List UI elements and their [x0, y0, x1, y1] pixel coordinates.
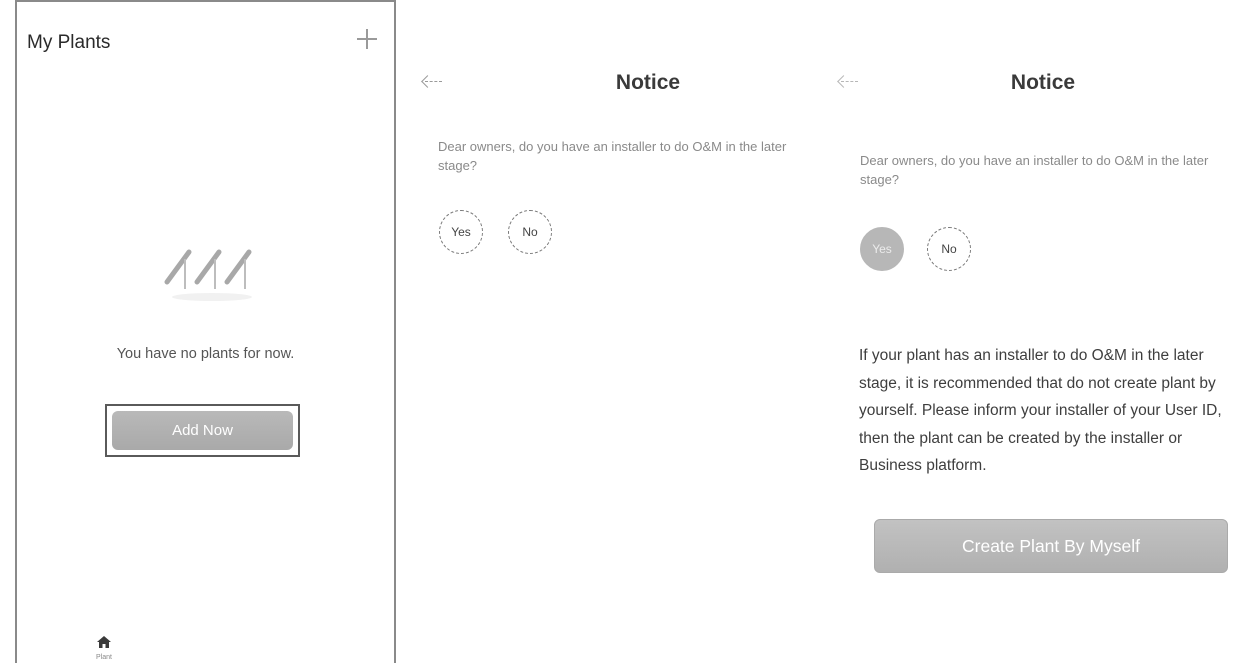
my-plants-screen: My Plants You have no plants for now. Ad… [15, 0, 396, 663]
tab-plant[interactable]: Plant [89, 635, 119, 661]
notice-screen-yes-selected: Notice Dear owners, do you have an insta… [837, 0, 1233, 663]
installer-question: Dear owners, do you have an installer to… [860, 153, 1209, 187]
notice-title: Notice [1010, 71, 1076, 94]
home-icon [97, 636, 111, 648]
create-plant-button[interactable]: Create Plant By Myself [874, 519, 1228, 573]
installer-question: Dear owners, do you have an installer to… [438, 139, 787, 173]
no-option[interactable]: No [508, 210, 552, 254]
back-arrow-icon[interactable] [837, 75, 860, 88]
installer-recommendation-text: If your plant has an installer to do O&M… [859, 347, 1222, 474]
notice-screen-initial: Notice Dear owners, do you have an insta… [418, 0, 828, 663]
tab-plant-label: Plant [96, 654, 112, 661]
solar-panel-icon [164, 249, 252, 301]
page-title: My Plants [27, 32, 111, 53]
no-option[interactable]: No [927, 227, 971, 271]
add-now-button[interactable]: Add Now [112, 411, 293, 450]
yes-option[interactable]: Yes [439, 210, 483, 254]
back-arrow-icon[interactable] [421, 75, 444, 88]
yes-option-selected[interactable]: Yes [860, 227, 904, 271]
add-now-highlight: Add Now [105, 404, 300, 457]
notice-title: Notice [615, 71, 681, 94]
empty-state-text: You have no plants for now. [116, 346, 295, 362]
plus-icon[interactable] [354, 26, 380, 52]
